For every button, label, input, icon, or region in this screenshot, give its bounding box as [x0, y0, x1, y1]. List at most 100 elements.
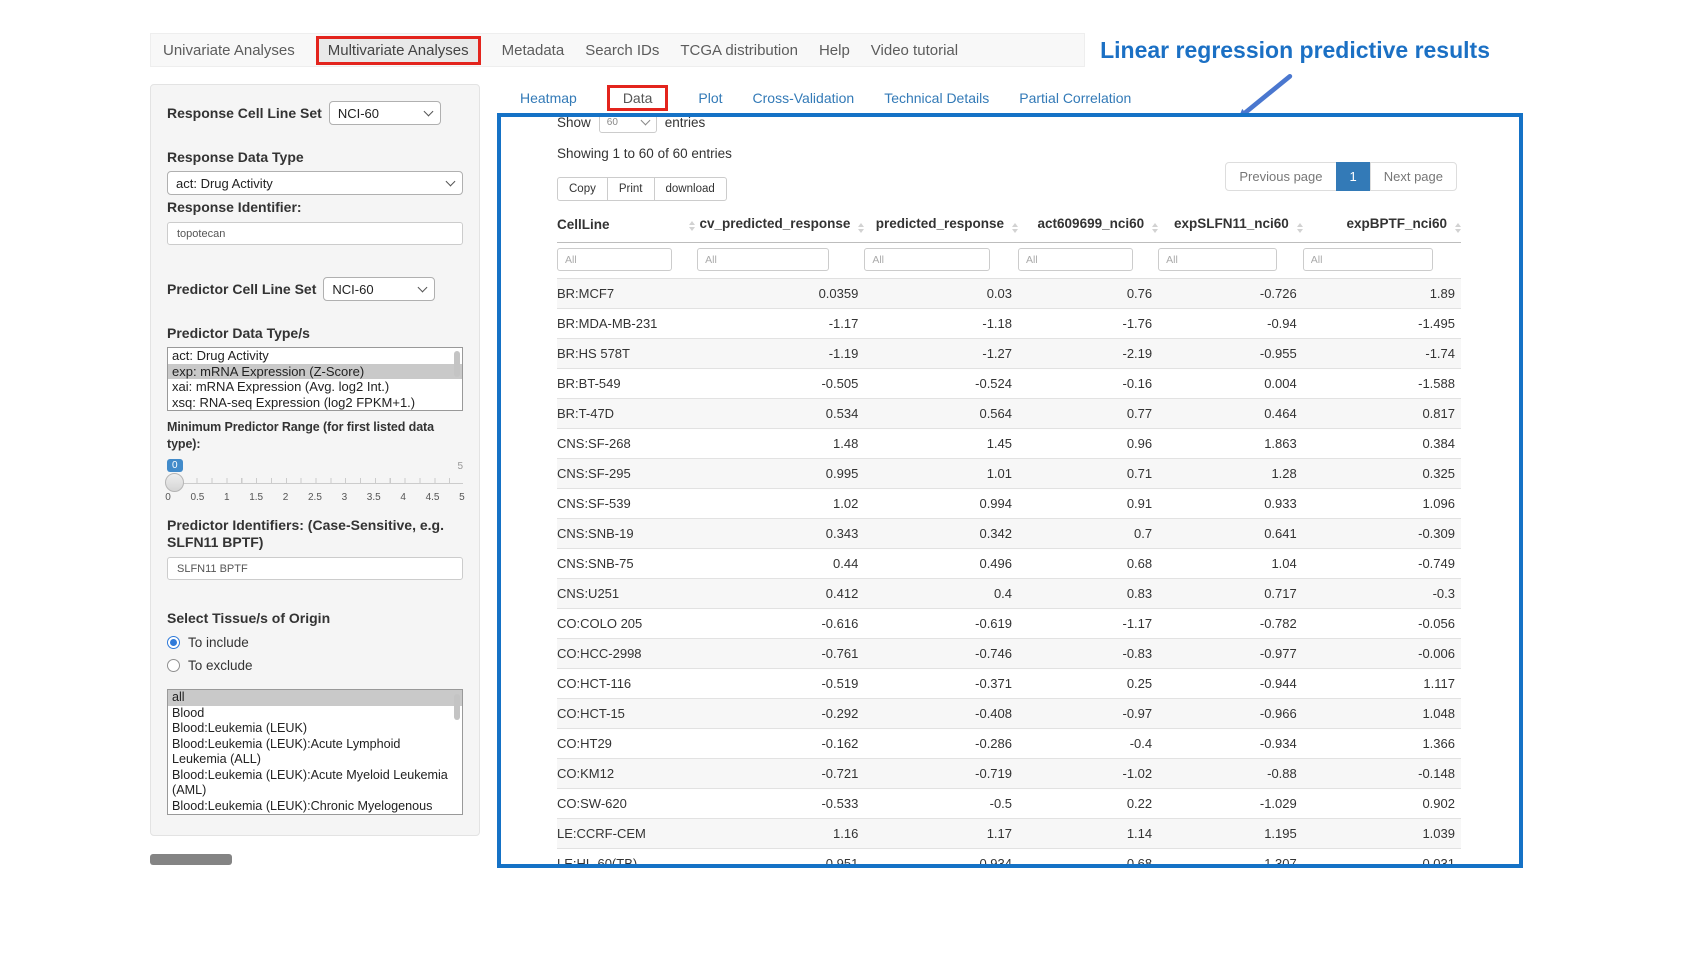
- response-identifier-input[interactable]: [167, 222, 463, 245]
- table-row[interactable]: CO:HCC-2998-0.761-0.746-0.83-0.977-0.006: [557, 639, 1461, 669]
- table-row[interactable]: CNS:U2510.4120.40.830.717-0.3: [557, 579, 1461, 609]
- response-cell-line-set-label: Response Cell Line Set: [167, 105, 322, 122]
- table-row[interactable]: BR:BT-549-0.505-0.524-0.160.004-1.588: [557, 369, 1461, 399]
- table-row[interactable]: BR:T-47D0.5340.5640.770.4640.817: [557, 399, 1461, 429]
- cell-act609699-nci60: 0.68: [1018, 849, 1158, 869]
- column-header-act609699-nci60[interactable]: act609699_nci60: [1018, 209, 1158, 243]
- column-header-cellline[interactable]: CellLine: [557, 209, 697, 243]
- predictor-cell-line-set-select[interactable]: NCI-60: [323, 277, 435, 301]
- sidebar-panel: Response Cell Line Set NCI-60 Response D…: [150, 84, 480, 836]
- table-row[interactable]: CO:SW-620-0.533-0.50.22-1.0290.902: [557, 789, 1461, 819]
- tab-heatmap[interactable]: Heatmap: [520, 90, 577, 106]
- table-row[interactable]: CO:HT29-0.162-0.286-0.4-0.9341.366: [557, 729, 1461, 759]
- filter-cell: [697, 243, 864, 279]
- cell-expslfn11-nci60: -0.88: [1158, 759, 1303, 789]
- filter-input-cv-predicted-response[interactable]: [697, 248, 829, 271]
- tab-plot[interactable]: Plot: [698, 90, 722, 106]
- cell-expslfn11-nci60: -1.029: [1158, 789, 1303, 819]
- table-row[interactable]: LE:CCRF-CEM1.161.171.141.1951.039: [557, 819, 1461, 849]
- predictor-identifiers-input[interactable]: [167, 557, 463, 580]
- table-row[interactable]: CO:HCT-15-0.292-0.408-0.97-0.9661.048: [557, 699, 1461, 729]
- table-row[interactable]: BR:MDA-MB-231-1.17-1.18-1.76-0.94-1.495: [557, 309, 1461, 339]
- filter-input-cellline[interactable]: [557, 248, 672, 271]
- tissue-option[interactable]: Blood: [168, 706, 462, 722]
- column-header-expbptf-nci60[interactable]: expBPTF_nci60: [1303, 209, 1461, 243]
- predictor-data-types-listbox: act: Drug Activityexp: mRNA Expression (…: [167, 347, 463, 411]
- cell-cv-predicted-response: 0.0359: [697, 279, 864, 309]
- table-row[interactable]: BR:HS 578T-1.19-1.27-2.19-0.955-1.74: [557, 339, 1461, 369]
- tissue-option[interactable]: Blood:Leukemia (LEUK):Acute Myeloid Leuk…: [168, 768, 462, 799]
- filter-input-expslfn11-nci60[interactable]: [1158, 248, 1277, 271]
- cell-predicted-response: 1.17: [864, 819, 1018, 849]
- chevron-down-icon: [418, 283, 428, 293]
- tissue-option[interactable]: Blood:Leukemia (LEUK): [168, 721, 462, 737]
- chevron-down-icon: [446, 177, 456, 187]
- cell-expslfn11-nci60: -0.726: [1158, 279, 1303, 309]
- nav-item-univariate-analyses[interactable]: Univariate Analyses: [163, 42, 295, 59]
- table-row[interactable]: CNS:SF-2950.9951.010.711.280.325: [557, 459, 1461, 489]
- filter-input-predicted-response[interactable]: [864, 248, 990, 271]
- table-row[interactable]: CNS:SF-2681.481.450.961.8630.384: [557, 429, 1461, 459]
- next-page-button[interactable]: Next page: [1370, 162, 1457, 191]
- table-row[interactable]: CO:KM12-0.721-0.719-1.02-0.88-0.148: [557, 759, 1461, 789]
- nav-item-video-tutorial[interactable]: Video tutorial: [871, 42, 958, 59]
- sort-icon[interactable]: [1012, 223, 1018, 233]
- tissue-include-radio[interactable]: To include: [167, 635, 463, 650]
- slider-handle[interactable]: [165, 473, 184, 492]
- table-row[interactable]: BR:MCF70.03590.030.76-0.7261.89: [557, 279, 1461, 309]
- sort-icon[interactable]: [1455, 223, 1461, 233]
- predictor-data-types-label: Predictor Data Type/s: [167, 325, 463, 342]
- nav-item-tcga-distribution[interactable]: TCGA distribution: [680, 42, 798, 59]
- predictor-data-type-option[interactable]: xsq: RNA-seq Expression (log2 FPKM+1.): [168, 395, 462, 411]
- table-row[interactable]: CO:COLO 205-0.616-0.619-1.17-0.782-0.056: [557, 609, 1461, 639]
- predictor-data-type-option[interactable]: act: Drug Activity: [168, 348, 462, 364]
- scrollbar-thumb[interactable]: [454, 351, 460, 377]
- cell-cellline: CO:HCT-116: [557, 669, 697, 699]
- filter-input-act609699-nci60[interactable]: [1018, 248, 1133, 271]
- predictor-data-type-option[interactable]: xai: mRNA Expression (Avg. log2 Int.): [168, 379, 462, 395]
- show-entries-select[interactable]: 60: [599, 113, 657, 133]
- print-button[interactable]: Print: [607, 177, 655, 201]
- column-header-cv-predicted-response[interactable]: cv_predicted_response: [697, 209, 864, 243]
- previous-page-button[interactable]: Previous page: [1225, 162, 1336, 191]
- slider-track[interactable]: [167, 483, 463, 484]
- tissue-option[interactable]: all: [168, 690, 462, 706]
- tissue-option[interactable]: Blood:Leukemia (LEUK):Acute Lymphoid Leu…: [168, 737, 462, 768]
- table-row[interactable]: CO:HCT-116-0.519-0.3710.25-0.9441.117: [557, 669, 1461, 699]
- tab-data[interactable]: Data: [607, 85, 669, 111]
- sort-icon[interactable]: [858, 223, 864, 233]
- sort-icon[interactable]: [689, 221, 695, 231]
- filter-input-expbptf-nci60[interactable]: [1303, 248, 1433, 271]
- tissue-option[interactable]: Blood:Leukemia (LEUK):Chronic Myelogenou…: [168, 799, 462, 816]
- copy-button[interactable]: Copy: [557, 177, 608, 201]
- nav-item-multivariate-analyses[interactable]: Multivariate Analyses: [316, 36, 481, 65]
- response-cell-line-set-select[interactable]: NCI-60: [329, 101, 441, 125]
- nav-item-search-ids[interactable]: Search IDs: [585, 42, 659, 59]
- download-button[interactable]: download: [654, 177, 727, 201]
- response-data-type-select[interactable]: act: Drug Activity: [167, 171, 463, 195]
- filter-cell: [1018, 243, 1158, 279]
- column-header-expslfn11-nci60[interactable]: expSLFN11_nci60: [1158, 209, 1303, 243]
- sort-icon[interactable]: [1297, 223, 1303, 233]
- nav-item-metadata[interactable]: Metadata: [502, 42, 565, 59]
- nav-item-help[interactable]: Help: [819, 42, 850, 59]
- sort-icon[interactable]: [1152, 223, 1158, 233]
- slider-tick-label: 0: [161, 492, 175, 503]
- cell-cv-predicted-response: 1.48: [697, 429, 864, 459]
- table-row[interactable]: LE:HL-60(TB)0.9510.9340.681.3070.031: [557, 849, 1461, 869]
- scrollbar-thumb[interactable]: [454, 694, 460, 720]
- tab-partial-correlation[interactable]: Partial Correlation: [1019, 90, 1131, 106]
- cell-cv-predicted-response: 0.44: [697, 549, 864, 579]
- table-row[interactable]: CNS:SNB-190.3430.3420.70.641-0.309: [557, 519, 1461, 549]
- tab-technical-details[interactable]: Technical Details: [884, 90, 989, 106]
- cell-act609699-nci60: 0.96: [1018, 429, 1158, 459]
- table-row[interactable]: CNS:SF-5391.020.9940.910.9331.096: [557, 489, 1461, 519]
- cell-predicted-response: -0.719: [864, 759, 1018, 789]
- tissue-exclude-radio[interactable]: To exclude: [167, 658, 463, 673]
- tab-cross-validation[interactable]: Cross-Validation: [753, 90, 855, 106]
- predictor-data-type-option[interactable]: exp: mRNA Expression (Z-Score): [168, 364, 462, 380]
- page-1-button[interactable]: 1: [1336, 162, 1371, 191]
- table-row[interactable]: CNS:SNB-750.440.4960.681.04-0.749: [557, 549, 1461, 579]
- cell-cv-predicted-response: 0.412: [697, 579, 864, 609]
- column-header-predicted-response[interactable]: predicted_response: [864, 209, 1018, 243]
